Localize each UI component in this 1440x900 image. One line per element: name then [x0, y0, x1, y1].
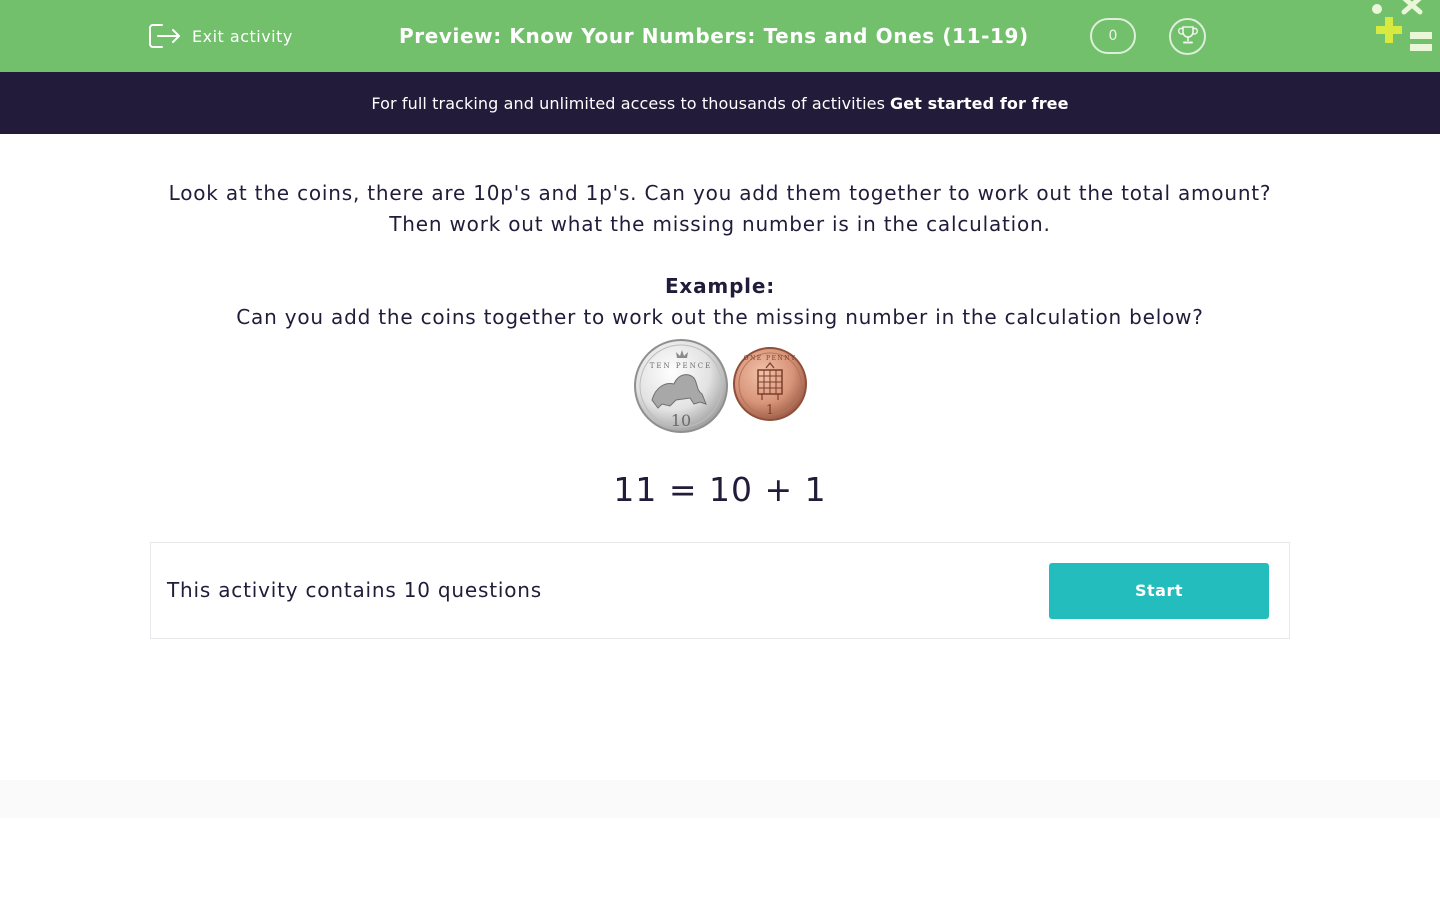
promo-text: For full tracking and unlimited access t…: [371, 93, 886, 113]
exit-icon: [148, 22, 182, 50]
coins-image: 10 TEN PENCE 1 ONE PENNY: [634, 339, 807, 433]
exit-activity-label: Exit activity: [192, 26, 293, 46]
activity-intro: Look at the coins, there are 10p's and 1…: [150, 172, 1290, 333]
one-penny-coin: 1 ONE PENNY: [733, 347, 807, 421]
activity-title: Preview: Know Your Numbers: Tens and One…: [399, 24, 1029, 48]
footer-strip: [0, 780, 1440, 818]
ten-pence-coin-value: 10: [671, 411, 691, 430]
trophy-button[interactable]: [1169, 18, 1206, 55]
example-question: Can you add the coins together to work o…: [236, 305, 1204, 329]
trophy-icon: [1177, 24, 1199, 50]
one-penny-coin-text: ONE PENNY: [744, 355, 797, 362]
exit-activity-button[interactable]: Exit activity: [148, 18, 293, 54]
top-header: Exit activity Preview: Know Your Numbers…: [0, 0, 1440, 72]
example-label: Example:: [664, 274, 776, 298]
get-started-link[interactable]: Get started for free: [890, 94, 1069, 113]
start-card: This activity contains 10 questions Star…: [150, 542, 1290, 639]
score-counter: 0: [1090, 18, 1136, 54]
instructions-text: Look at the coins, there are 10p's and 1…: [168, 181, 1272, 236]
ten-pence-coin-text: TEN PENCE: [650, 362, 713, 370]
example-equation: 11 = 10 + 1: [613, 470, 827, 509]
brand-logo-icon: [1372, 0, 1432, 51]
question-count-text: This activity contains 10 questions: [167, 578, 542, 602]
promo-banner: For full tracking and unlimited access t…: [0, 72, 1440, 134]
one-penny-coin-value: 1: [766, 403, 774, 418]
ten-pence-coin: 10 TEN PENCE: [634, 339, 728, 433]
start-button[interactable]: Start: [1049, 563, 1269, 619]
